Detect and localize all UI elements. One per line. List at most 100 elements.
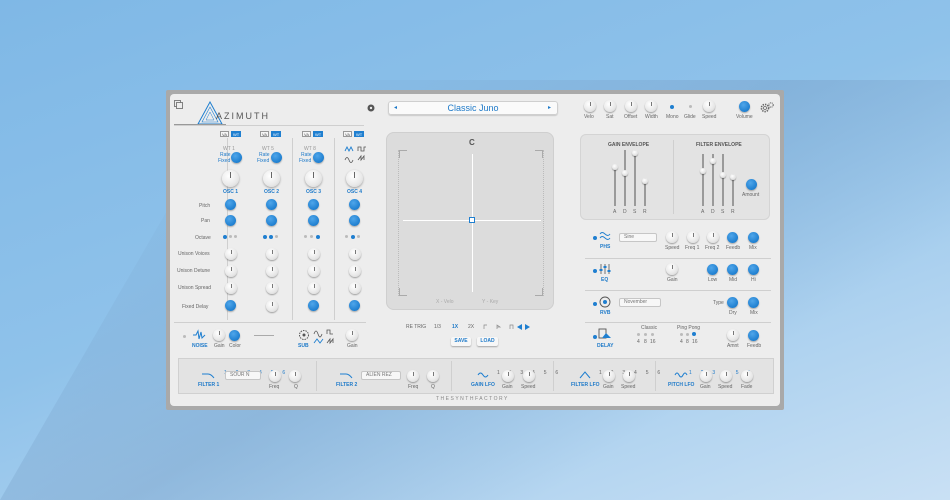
osc2-pan-knob[interactable] <box>266 215 277 226</box>
preset-icon[interactable] <box>367 104 375 112</box>
eq-mid-knob[interactable] <box>727 264 738 275</box>
gain-release-slider[interactable] <box>642 178 648 184</box>
phs-speed-knob[interactable] <box>666 231 678 243</box>
delay-classic-dot-3[interactable] <box>651 333 654 336</box>
osc4-pan-knob[interactable] <box>349 215 360 226</box>
filter-lfo-speed-knob[interactable] <box>623 370 635 382</box>
filter1-q-knob[interactable] <box>289 370 301 382</box>
gain-lfo-speed-knob[interactable] <box>523 370 535 382</box>
osc3-unison-voices-knob[interactable] <box>308 248 320 260</box>
osc1-unison-spread-knob[interactable] <box>225 282 237 294</box>
noise-gain-knob[interactable] <box>213 329 225 341</box>
retrig-mode-icons[interactable] <box>482 323 532 331</box>
load-button[interactable]: LOAD <box>477 337 498 346</box>
delay-pp-dot-1[interactable] <box>680 333 683 336</box>
gain-lfo-gain-knob[interactable] <box>502 370 514 382</box>
delay-pp-dot-3[interactable] <box>692 332 696 336</box>
delay-pp-dot-2[interactable] <box>686 333 689 336</box>
filter1-freq-knob[interactable] <box>269 370 281 382</box>
filter-sustain-slider[interactable] <box>720 172 726 178</box>
eq-hi-knob[interactable] <box>748 264 759 275</box>
osc4-octave-dot-1[interactable] <box>345 235 348 238</box>
save-button[interactable]: SAVE <box>451 337 471 346</box>
velo-knob[interactable] <box>584 100 596 112</box>
osc1-va-tag[interactable]: VA <box>220 131 230 137</box>
eq-power-dot[interactable] <box>593 269 597 273</box>
filter2-type-select[interactable]: ALIEN REZ <box>361 371 401 380</box>
phs-feedb-knob[interactable] <box>727 232 738 243</box>
xy-pad[interactable]: C X - Velo Y - Key <box>386 132 554 310</box>
noise-color-knob[interactable] <box>229 330 240 341</box>
osc3-fixed-delay-knob[interactable] <box>308 300 319 311</box>
delay-amnt-knob[interactable] <box>727 329 739 341</box>
retrig-option-1-3[interactable]: 1/3 <box>434 324 441 330</box>
pitch-lfo-slot-1[interactable]: 1 <box>689 370 692 376</box>
rvb-type-select[interactable]: November <box>619 298 661 307</box>
sub-gain-knob[interactable] <box>346 329 358 341</box>
gain-lfo-slot-1[interactable]: 1 <box>497 370 500 376</box>
osc1-pan-knob[interactable] <box>225 215 236 226</box>
delay-classic-dot-1[interactable] <box>637 333 640 336</box>
osc3-va-tag[interactable]: VA <box>302 131 312 137</box>
pitch-lfo-fade-knob[interactable] <box>741 370 753 382</box>
osc3-wt-tag[interactable]: WT <box>313 131 324 137</box>
osc2-octave-dot-1[interactable] <box>263 235 267 239</box>
filter-lfo-slot-1[interactable]: 1 <box>599 370 602 376</box>
osc3-pitch-knob[interactable] <box>308 199 319 210</box>
eq-low-knob[interactable] <box>707 264 718 275</box>
pitch-lfo-slot-3[interactable]: 3 <box>712 370 715 376</box>
window-restore-icon[interactable] <box>174 100 183 109</box>
osc2-octave-dot-3[interactable] <box>275 235 278 238</box>
settings-gear-icon[interactable] <box>760 102 774 113</box>
rvb-dry-knob[interactable] <box>727 297 738 308</box>
xy-pad-area[interactable] <box>398 150 544 296</box>
osc2-wt-tag[interactable]: WT <box>271 131 282 137</box>
osc1-rate-knob[interactable] <box>231 152 242 163</box>
width-knob[interactable] <box>645 100 657 112</box>
osc2-va-tag[interactable]: VA <box>260 131 270 137</box>
eq-gain-knob[interactable] <box>666 263 678 275</box>
filter-envelope-amount-knob[interactable] <box>746 179 757 190</box>
filter-lfo-slot-5[interactable]: 5 <box>646 370 649 376</box>
osc4-octave-dot-2[interactable] <box>351 235 355 239</box>
phs-freq1-knob[interactable] <box>687 231 699 243</box>
filter-decay-slider[interactable] <box>710 158 716 164</box>
osc2-octave-dot-2[interactable] <box>269 235 273 239</box>
osc1-unison-detune-knob[interactable] <box>225 265 237 277</box>
gain-lfo-slot-6[interactable]: 6 <box>555 370 558 376</box>
delay-feedb-knob[interactable] <box>748 330 759 341</box>
filter1-slot-6[interactable]: 6 <box>282 370 285 376</box>
osc2-unison-voices-knob[interactable] <box>266 248 278 260</box>
osc2-main-knob[interactable] <box>263 170 280 187</box>
osc2-unison-spread-knob[interactable] <box>266 282 278 294</box>
osc3-main-knob[interactable] <box>305 170 322 187</box>
sat-knob[interactable] <box>604 100 616 112</box>
noise-power-dot[interactable] <box>183 335 186 338</box>
filter2-freq-knob[interactable] <box>407 370 419 382</box>
retrig-option-1x[interactable]: 1X <box>452 324 458 330</box>
osc4-octave-dot-3[interactable] <box>357 235 360 238</box>
osc4-wt-tag[interactable]: WT <box>354 131 365 137</box>
delay-power-dot[interactable] <box>593 335 597 339</box>
filter-release-slider[interactable] <box>730 174 736 180</box>
osc1-octave-dot-2[interactable] <box>229 235 232 238</box>
osc1-octave-dot-3[interactable] <box>234 235 237 238</box>
osc1-octave-dot-1[interactable] <box>223 235 227 239</box>
filter1-type-select[interactable]: SOUR N <box>225 371 261 380</box>
osc4-main-knob[interactable] <box>346 170 363 187</box>
osc4-waveform-icons[interactable] <box>344 146 370 164</box>
glide-toggle[interactable] <box>689 105 692 108</box>
osc3-octave-dot-1[interactable] <box>304 235 307 238</box>
filter-lfo-gain-knob[interactable] <box>603 370 615 382</box>
osc3-pan-knob[interactable] <box>308 215 319 226</box>
pitch-lfo-speed-knob[interactable] <box>720 370 732 382</box>
osc1-pitch-knob[interactable] <box>225 199 236 210</box>
osc3-octave-dot-2[interactable] <box>310 235 313 238</box>
osc3-unison-spread-knob[interactable] <box>308 282 320 294</box>
osc1-wt-tag[interactable]: WT <box>231 131 242 137</box>
osc2-pitch-knob[interactable] <box>266 199 277 210</box>
osc3-rate-knob[interactable] <box>313 152 324 163</box>
rvb-power-dot[interactable] <box>593 302 597 306</box>
xy-reset-icon[interactable]: C <box>469 138 475 147</box>
sub-waveform-icons[interactable] <box>313 328 339 346</box>
